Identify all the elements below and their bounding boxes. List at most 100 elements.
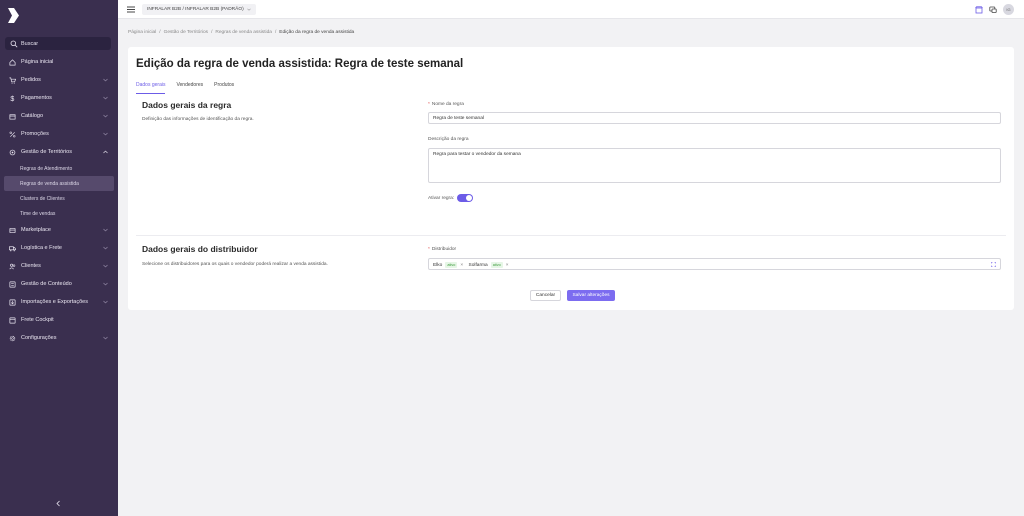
collapse-sidebar-icon[interactable]: [55, 500, 62, 507]
gear-icon: [9, 335, 16, 341]
sidebar-item-label: Catálogo: [21, 113, 44, 119]
sidebar-item-import-export[interactable]: Importações e Exportações: [0, 293, 118, 311]
chat-icon[interactable]: [989, 6, 997, 14]
breadcrumb-assisted-sales-rules[interactable]: Regras de venda assistida: [215, 30, 272, 35]
sidebar-item-label: Pagamentos: [21, 95, 52, 101]
distributor-tag-name: Elko: [433, 262, 443, 268]
import-icon: [9, 299, 16, 305]
chevron-down-icon: [103, 114, 108, 118]
sidebar-subitem-customer-clusters[interactable]: Clusters de Clientes: [0, 191, 118, 206]
breadcrumb-home[interactable]: Página inicial: [128, 30, 156, 35]
truck-icon: [9, 245, 16, 251]
avatar[interactable]: IG: [1003, 4, 1014, 15]
sidebar-item-label: Clientes: [21, 263, 41, 269]
sidebar-subitem-service-rules[interactable]: Regras de Atendimento: [0, 161, 118, 176]
store-icon: [9, 227, 16, 233]
store-selector[interactable]: INFRALAR B2B / INFRALAR B2B (PADRÃO): [142, 4, 256, 15]
search-input[interactable]: Buscar: [5, 37, 111, 50]
breadcrumb-separator: /: [159, 30, 161, 35]
sidebar-item-settings[interactable]: Configurações: [0, 329, 118, 347]
required-marker: *: [428, 102, 430, 107]
sidebar-item-label: Gestão de Territórios: [21, 149, 72, 155]
dashboard-icon: [9, 317, 16, 323]
section-distributor-description: Selecione os distribuidores para os quai…: [142, 262, 328, 267]
percent-icon: [9, 131, 16, 137]
chevron-down-icon: [103, 300, 108, 304]
sidebar-item-home[interactable]: Página inicial: [0, 53, 118, 71]
chevron-down-icon: [103, 282, 108, 286]
cancel-button[interactable]: Cancelar: [530, 290, 561, 301]
home-icon: [9, 58, 16, 65]
sidebar-item-customers[interactable]: Clientes: [0, 257, 118, 275]
sidebar-subitem-assisted-sales-rules[interactable]: Regras de venda assistida: [4, 176, 114, 191]
tab-sellers[interactable]: Vendedores: [176, 82, 203, 94]
svg-text:$: $: [10, 96, 14, 102]
status-badge: ativo: [490, 262, 503, 268]
sidebar-item-territories[interactable]: Gestão de Territórios: [0, 143, 118, 161]
distributor-tag: Solfarma ativo ×: [469, 262, 509, 268]
chevron-down-icon: [103, 228, 108, 232]
section-distributor-title: Dados gerais do distribuidor: [142, 244, 258, 254]
sidebar-item-promotions[interactable]: Promoções: [0, 125, 118, 143]
chevron-down-icon: [103, 78, 108, 82]
expand-icon[interactable]: [991, 262, 996, 267]
location-icon: [9, 149, 16, 155]
activate-rule-row: Ativar regra:: [428, 194, 474, 202]
sidebar-item-content[interactable]: Gestão de Conteúdo: [0, 275, 118, 293]
content-icon: [9, 281, 16, 287]
tab-products[interactable]: Produtos: [214, 82, 234, 94]
rule-name-input[interactable]: Regra de teste semanal: [428, 112, 1001, 124]
sidebar-item-catalog[interactable]: Catálogo: [0, 107, 118, 125]
sidebar-item-marketplace[interactable]: Marketplace: [0, 221, 118, 239]
sidebar: Buscar Página inicial Pedidos $ Pagament…: [0, 0, 118, 516]
breadcrumb-separator: /: [211, 30, 213, 35]
cart-icon: [9, 77, 16, 84]
breadcrumb-separator: /: [274, 30, 277, 35]
sidebar-item-logistics[interactable]: Logística e Frete: [0, 239, 118, 257]
distributor-multiselect[interactable]: Elko ativo × Solfarma ativo ×: [428, 258, 1001, 270]
sidebar-item-label: Página inicial: [21, 59, 54, 65]
menu-icon[interactable]: [127, 6, 135, 13]
section-divider: [136, 235, 1006, 236]
remove-tag-icon[interactable]: ×: [460, 263, 463, 268]
activate-rule-toggle[interactable]: [457, 194, 474, 202]
sidebar-item-label: Frete Cockpit: [21, 317, 54, 323]
breadcrumb-territories[interactable]: Gestão de Territórios: [164, 30, 208, 35]
users-icon: [9, 263, 16, 269]
remove-tag-icon[interactable]: ×: [506, 263, 509, 268]
tab-general-data[interactable]: Dados gerais: [136, 82, 166, 94]
rule-description-textarea[interactable]: Regra para testar o vendedor da semana: [428, 148, 1001, 183]
distributor-label: * Distribuidor: [428, 247, 456, 252]
toggle-knob: [466, 195, 473, 201]
dollar-icon: $: [10, 96, 14, 102]
sidebar-item-freight-cockpit[interactable]: Frete Cockpit: [0, 311, 118, 329]
sidebar-subitem-sales-team[interactable]: Time de vendas: [0, 206, 118, 221]
sidebar-item-label: Configurações: [21, 335, 57, 341]
breadcrumb: Página inicial / Gestão de Territórios /…: [128, 30, 354, 35]
sidebar-item-label: Gestão de Conteúdo: [21, 281, 72, 287]
distributor-label-text: Distribuidor: [431, 247, 457, 252]
chevron-up-icon: [103, 150, 108, 154]
chevron-down-icon: [103, 246, 108, 250]
storefront-icon[interactable]: [975, 5, 983, 14]
sidebar-item-payments[interactable]: $ Pagamentos: [0, 89, 118, 107]
sidebar-item-label: Logística e Frete: [21, 245, 62, 251]
sidebar-nav: Página inicial Pedidos $ Pagamentos Catá…: [0, 53, 118, 347]
save-button[interactable]: Salvar alterações: [567, 290, 615, 301]
required-marker: *: [428, 247, 430, 252]
page-title: Edição da regra de venda assistida: Regr…: [136, 58, 464, 70]
section-rule-description: Definição das informações de identificaç…: [142, 117, 254, 122]
tabs: Dados gerais Vendedores Produtos: [136, 82, 245, 94]
chevron-down-icon: [103, 132, 108, 136]
chevron-down-icon: [246, 8, 251, 11]
activate-rule-label: Ativar regra:: [428, 195, 455, 201]
store-selector-label: INFRALAR B2B / INFRALAR B2B (PADRÃO): [147, 7, 244, 12]
topbar-actions: IG: [969, 4, 1014, 15]
chevron-down-icon: [103, 336, 108, 340]
distributor-tag: Elko ativo ×: [433, 262, 463, 268]
rule-name-label: * Nome da regra: [428, 102, 464, 107]
sidebar-item-orders[interactable]: Pedidos: [0, 71, 118, 89]
section-rule-title: Dados gerais da regra: [142, 100, 232, 110]
app-logo-icon[interactable]: [6, 7, 20, 24]
breadcrumb-current: Edição da regra de venda assistida: [279, 30, 355, 35]
